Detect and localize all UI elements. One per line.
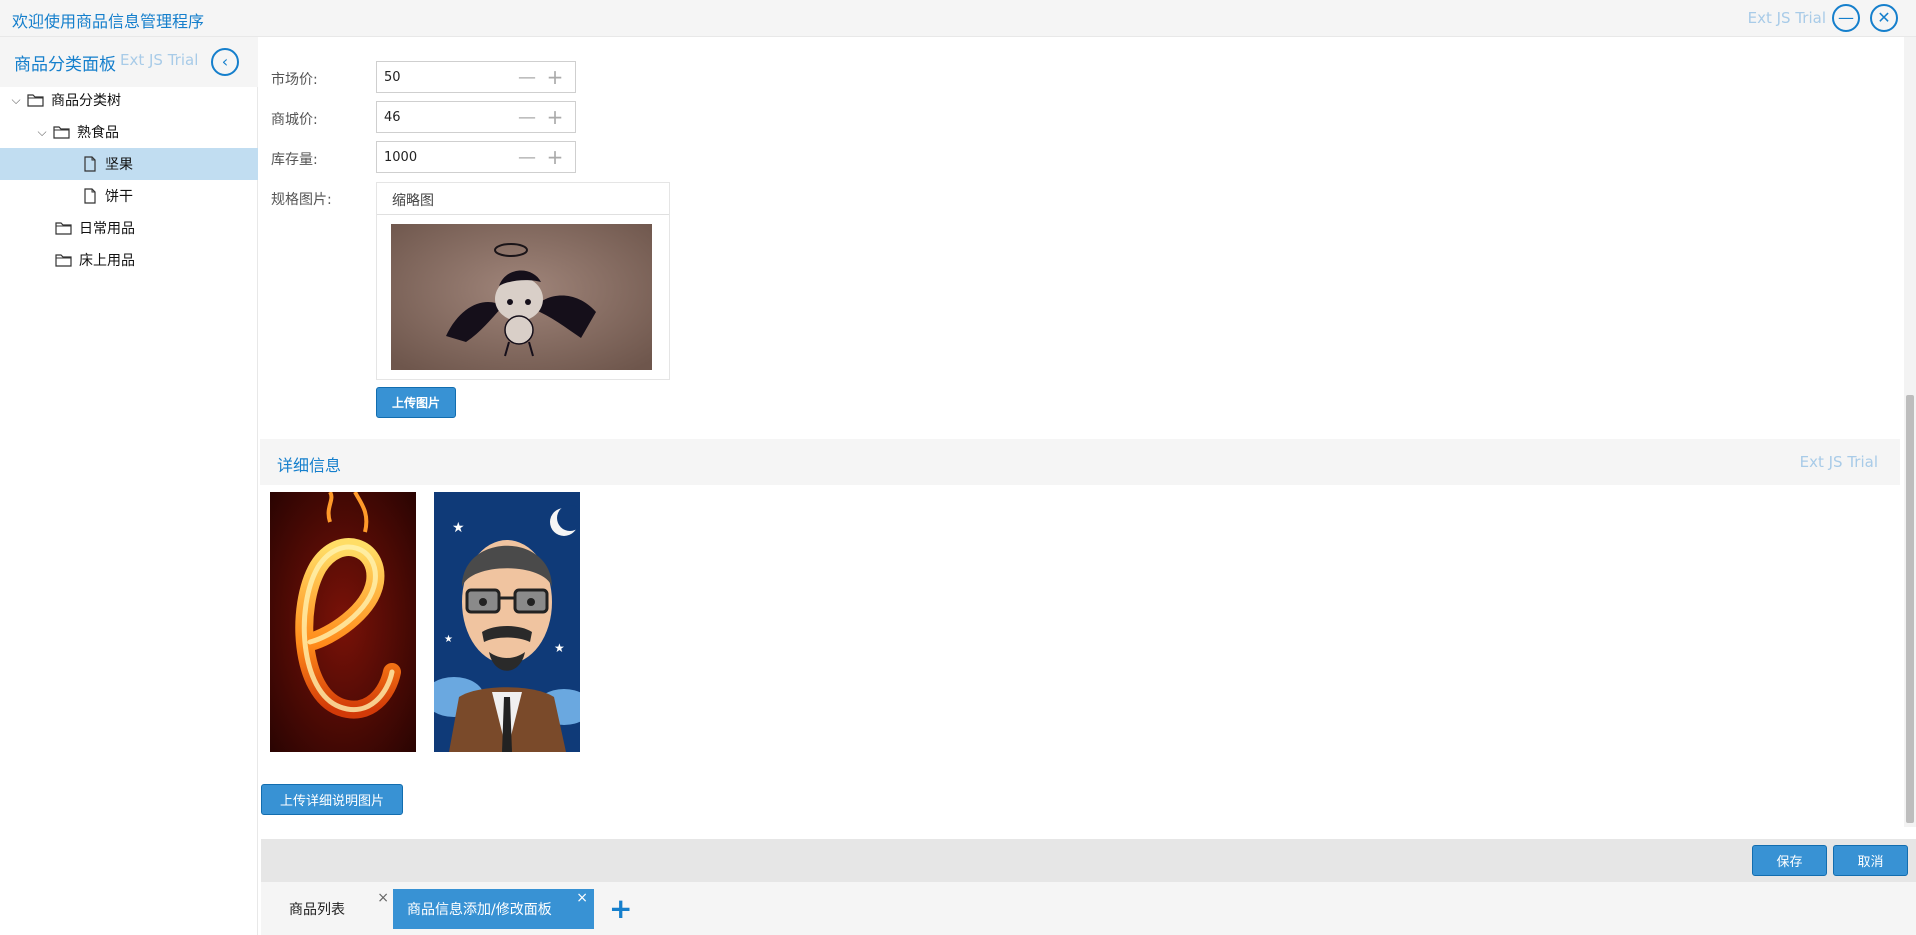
trial-watermark: Ext JS Trial <box>1799 453 1878 471</box>
minus-icon: — <box>1838 8 1854 27</box>
chevron-down-icon[interactable]: ⌵ <box>35 125 49 140</box>
tree-node-nuts[interactable]: 坚果 <box>0 148 258 180</box>
app-title-bar: 欢迎使用商品信息管理程序 Ext JS Trial — ✕ <box>0 0 1916 37</box>
decrement-button[interactable]: — <box>517 107 537 128</box>
tab-product-list[interactable]: 商品列表 × <box>275 889 395 929</box>
increment-button[interactable]: + <box>545 65 565 89</box>
trial-watermark: Ext JS Trial <box>120 51 199 69</box>
tab-product-edit[interactable]: 商品信息添加/修改面板 × <box>393 889 594 929</box>
form-toolbar: 保存 取消 <box>261 839 1916 882</box>
stock-field[interactable]: 1000 — + <box>376 141 576 173</box>
increment-button[interactable]: + <box>545 145 565 169</box>
category-panel-title: 商品分类面板 <box>14 55 116 75</box>
category-panel: 商品分类面板 Ext JS Trial ‹ ⌵ 商品分类树 ⌵ 熟食品 坚果 饼… <box>0 37 258 935</box>
save-button[interactable]: 保存 <box>1752 845 1827 876</box>
spec-thumbnail-image <box>391 224 652 370</box>
mall-price-field[interactable]: 46 — + <box>376 101 576 133</box>
chevron-left-icon: ‹ <box>221 52 229 71</box>
close-icon: ✕ <box>1877 8 1891 27</box>
detail-image-cartoon-man: ★ ★ ★ <box>434 492 580 752</box>
folder-icon <box>27 94 44 107</box>
stock-label: 库存量: <box>271 152 318 168</box>
folder-icon <box>53 126 70 139</box>
upload-image-button[interactable]: 上传图片 <box>376 387 456 418</box>
tab-label: 商品列表 <box>289 902 345 918</box>
close-app-button[interactable]: ✕ <box>1870 4 1898 32</box>
tree-node-label: 熟食品 <box>77 125 119 141</box>
decrement-button[interactable]: — <box>517 147 537 168</box>
thumbnail-header: 缩略图 <box>377 183 669 215</box>
file-icon <box>84 156 96 172</box>
detail-panel-header: 详细信息 Ext JS Trial <box>260 439 1900 485</box>
tree-node-daily-goods[interactable]: 日常用品 <box>0 212 258 244</box>
upload-detail-image-button[interactable]: 上传详细说明图片 <box>261 784 403 815</box>
svg-text:★: ★ <box>554 641 565 655</box>
increment-button[interactable]: + <box>545 105 565 129</box>
stock-value: 1000 <box>384 150 418 165</box>
file-icon <box>84 188 96 204</box>
folder-icon <box>55 254 72 267</box>
svg-text:★: ★ <box>444 634 453 645</box>
market-price-value: 50 <box>384 70 401 85</box>
minimize-button[interactable]: — <box>1832 4 1860 32</box>
detail-image-fire-letter <box>270 492 416 752</box>
detail-panel-title: 详细信息 <box>277 456 342 475</box>
decrement-button[interactable]: — <box>517 67 537 88</box>
close-icon[interactable]: × <box>377 890 389 906</box>
scrollbar-thumb[interactable] <box>1906 395 1914 823</box>
tree-node-label: 饼干 <box>105 189 133 205</box>
tree-node-label: 日常用品 <box>79 221 135 237</box>
category-panel-header: 商品分类面板 Ext JS Trial ‹ <box>0 37 258 87</box>
mall-price-label: 商城价: <box>271 112 318 128</box>
collapse-panel-button[interactable]: ‹ <box>211 48 239 76</box>
folder-icon <box>55 222 72 235</box>
tree-node-label: 商品分类树 <box>51 93 121 109</box>
tree-node-cooked-food[interactable]: ⌵ 熟食品 <box>0 116 258 148</box>
market-price-field[interactable]: 50 — + <box>376 61 576 93</box>
spec-image-label: 规格图片: <box>271 192 332 208</box>
thumbnail-panel: 缩略图 <box>376 182 670 380</box>
tree-node-label: 床上用品 <box>79 253 135 269</box>
market-price-label: 市场价: <box>271 72 318 88</box>
add-tab-button[interactable]: + <box>609 895 632 923</box>
product-edit-panel: 市场价: 50 — + 商城价: 46 — + 库存量: 1000 — + 规格… <box>260 37 1916 882</box>
tree-node-root[interactable]: ⌵ 商品分类树 <box>0 84 258 116</box>
chevron-down-icon[interactable]: ⌵ <box>9 93 23 108</box>
tab-bar: 商品列表 × 商品信息添加/修改面板 × + <box>261 882 1916 935</box>
mall-price-value: 46 <box>384 110 401 125</box>
tab-label: 商品信息添加/修改面板 <box>407 902 552 918</box>
vertical-scrollbar[interactable] <box>1904 37 1916 827</box>
tree-node-biscuits[interactable]: 饼干 <box>0 180 258 212</box>
app-title: 欢迎使用商品信息管理程序 <box>12 12 205 31</box>
close-icon[interactable]: × <box>576 890 588 906</box>
cancel-button[interactable]: 取消 <box>1833 845 1908 876</box>
trial-watermark: Ext JS Trial <box>1747 9 1826 27</box>
svg-text:★: ★ <box>452 520 465 536</box>
tree-node-label: 坚果 <box>105 157 133 173</box>
tree-node-bedding[interactable]: 床上用品 <box>0 244 258 276</box>
